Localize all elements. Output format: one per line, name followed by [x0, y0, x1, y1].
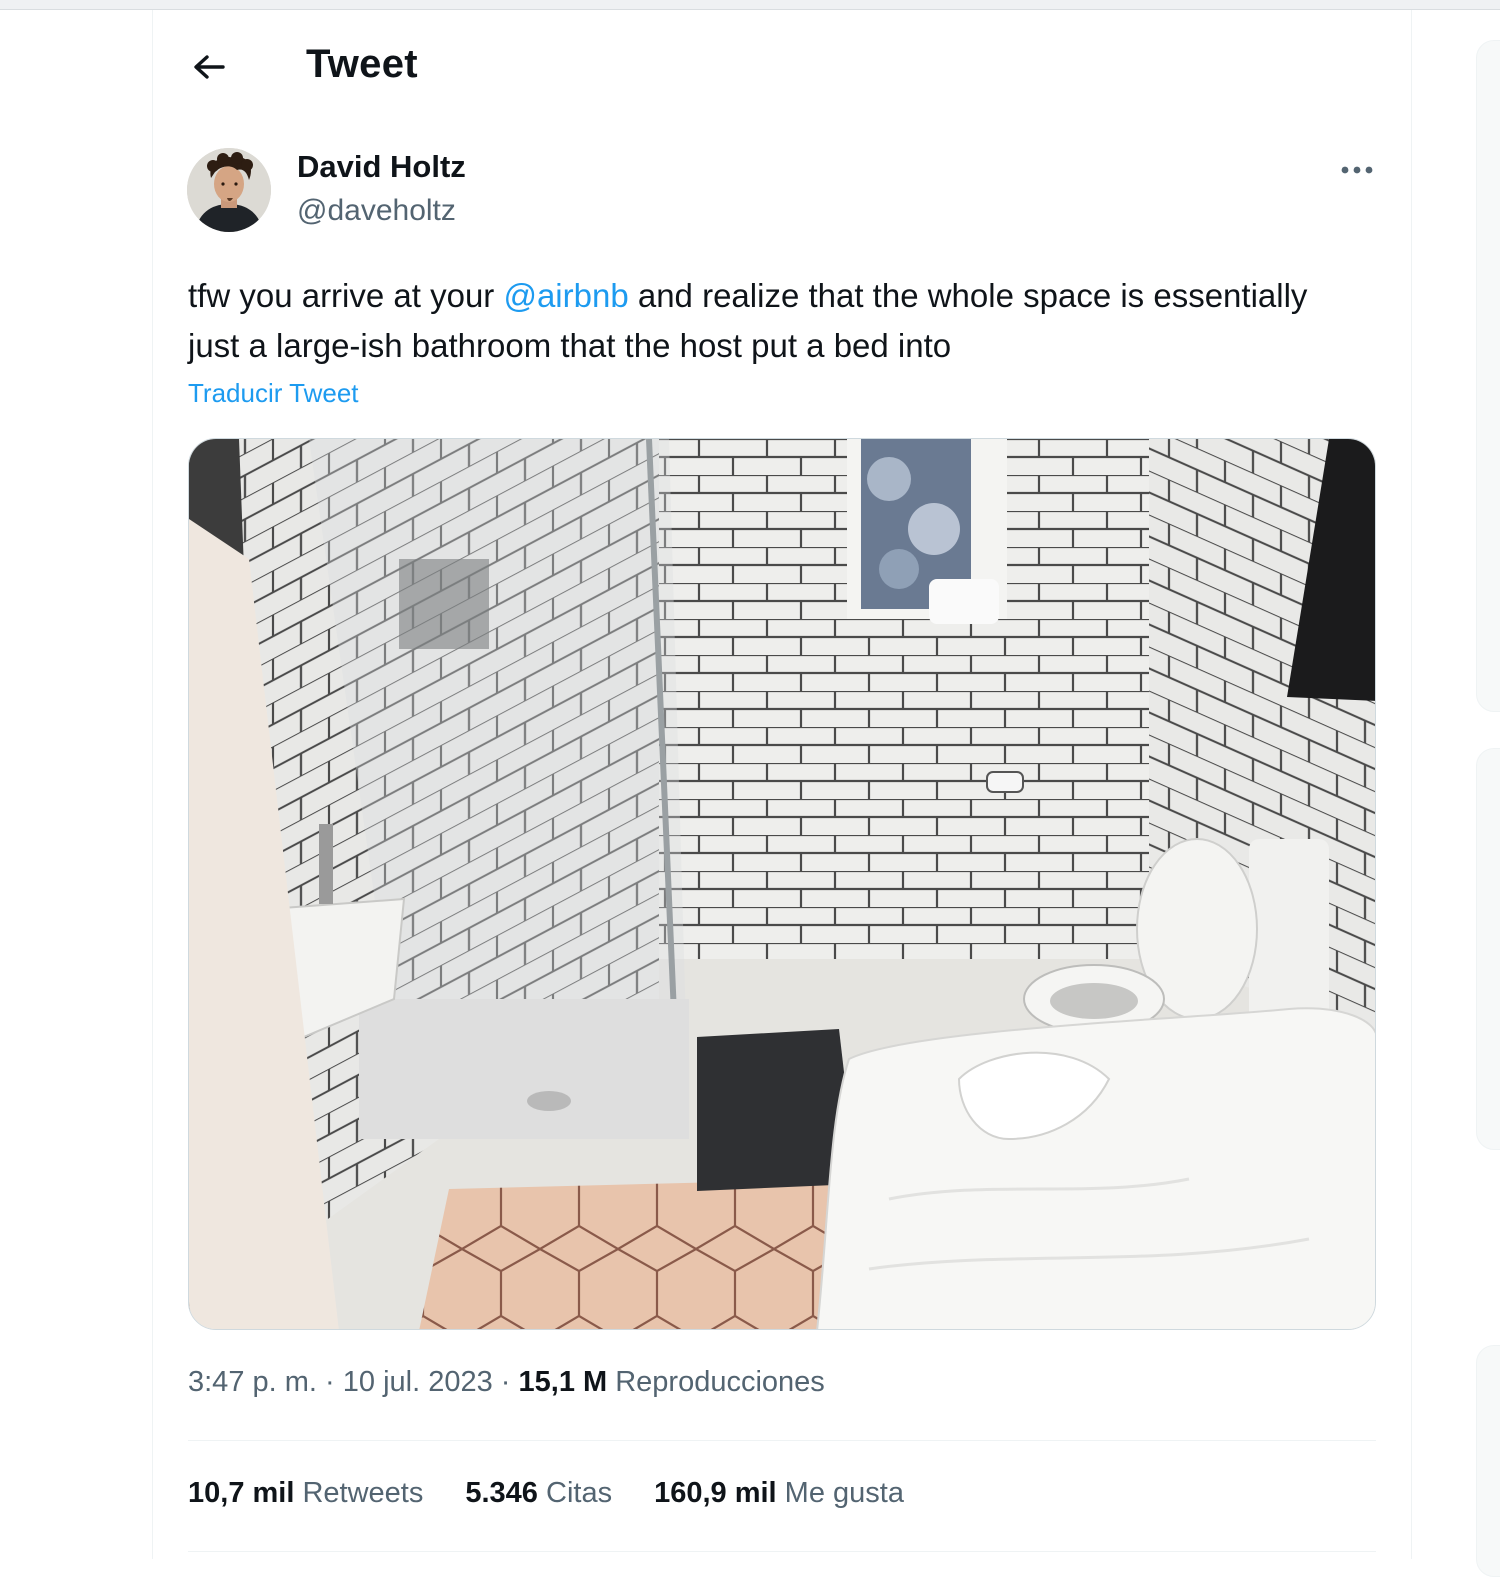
retweets-label: Retweets	[294, 1477, 424, 1509]
back-button[interactable]	[188, 46, 230, 88]
divider	[188, 1551, 1376, 1552]
more-options-button[interactable]	[1330, 150, 1384, 190]
mention-link[interactable]: @airbnb	[503, 277, 628, 314]
tweet-text-part: tfw you arrive at your	[188, 277, 504, 314]
arrow-left-icon	[194, 55, 225, 79]
likes-label: Me gusta	[776, 1477, 904, 1509]
side-panel-card	[1476, 1345, 1500, 1577]
side-panel-card	[1476, 40, 1500, 712]
bathroom-photo	[189, 439, 1375, 1329]
more-dots-icon	[1341, 166, 1373, 174]
engagement-stats: 10,7 mil Retweets 5.346 Citas 160,9 mil …	[188, 1477, 946, 1510]
tweet-text: tfw you arrive at your @airbnb and reali…	[188, 271, 1338, 371]
tweet-time[interactable]: 3:47 p. m.	[188, 1366, 317, 1398]
author-display-name[interactable]: David Holtz	[297, 149, 466, 185]
tweet-photo[interactable]	[188, 438, 1376, 1330]
separator-dot: ·	[492, 1366, 519, 1398]
avatar[interactable]	[187, 148, 271, 232]
author-handle[interactable]: @daveholtz	[297, 194, 456, 228]
likes-count: 160,9 mil	[654, 1477, 777, 1509]
quotes-stat[interactable]: 5.346 Citas	[465, 1477, 612, 1510]
tweet-date[interactable]: 10 jul. 2023	[343, 1366, 493, 1398]
views-count: 15,1 M	[518, 1366, 608, 1398]
retweets-stat[interactable]: 10,7 mil Retweets	[188, 1477, 423, 1510]
divider	[188, 1440, 1376, 1441]
quotes-label: Citas	[537, 1477, 613, 1509]
side-panel-card	[1476, 748, 1500, 1150]
translate-tweet-link[interactable]: Traducir Tweet	[188, 378, 359, 409]
window-top-edge	[0, 0, 1500, 10]
tweet-metadata: 3:47 p. m. · 10 jul. 2023 · 15,1 M Repro…	[188, 1366, 825, 1399]
retweets-count: 10,7 mil	[188, 1477, 295, 1509]
page-title: Tweet	[306, 42, 418, 86]
views-label: Reproducciones	[607, 1366, 825, 1398]
separator-dot: ·	[316, 1366, 343, 1398]
likes-stat[interactable]: 160,9 mil Me gusta	[654, 1477, 904, 1510]
quotes-count: 5.346	[465, 1477, 538, 1509]
